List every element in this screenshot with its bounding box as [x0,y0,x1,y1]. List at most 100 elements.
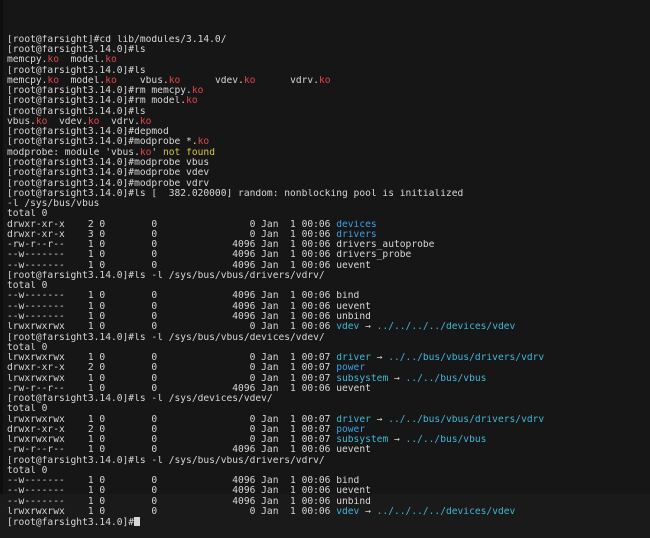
terminal-line: -rw-r--r-- 1 0 0 4096 Jan 1 00:06 uevent [7,445,650,455]
terminal-text-segment: [root@farsight3.14.0]#modprobe vbus [7,157,210,168]
terminal-text-segment: vdev. [47,116,88,127]
terminal-text-segment: --w------- 1 0 0 4096 Jan 1 00:06 unbind [7,311,371,322]
terminal-text-segment: model. [59,75,106,86]
terminal-text-segment: ko [243,75,256,86]
terminal-line: --w------- 1 0 0 4096 Jan 1 00:06 uevent [7,302,650,312]
terminal-line: --w------- 1 0 0 4096 Jan 1 00:06 bind [7,291,650,301]
terminal-line: [root@farsight3.14.0]#modprobe vdev [7,168,650,178]
terminal-line: [root@farsight3.14.0]#rm memcpy.ko [7,86,650,96]
terminal-line: [root@farsight3.14.0]#ls -l /sys/devices… [7,394,650,404]
terminal-text-segment: subsystem [336,373,389,384]
terminal-text-segment: ../../../../devices/vdev [376,322,516,333]
terminal-text-segment: vdev [336,507,360,518]
terminal-text-segment: devices [336,219,377,230]
terminal-text-segment: [root@farsight3.14.0]#ls -l /sys/bus/vbu… [7,270,325,281]
terminal-line: lrwxrwxrwx 1 0 0 0 Jan 1 00:06 vdev → ..… [7,322,650,332]
terminal-line: --w------- 1 0 0 4096 Jan 1 00:06 uevent [7,486,650,496]
terminal-text-segment: --w------- 1 0 0 4096 Jan 1 00:06 bind [7,291,360,302]
terminal-text-segment: --w------- 1 0 0 4096 Jan 1 00:06 bind [7,476,360,487]
terminal-text-segment: vdev [336,322,360,333]
terminal-text-segment: [root@farsight3.14.0]#ls [7,45,146,56]
terminal-line: [root@farsight3.14.0]#modprobe vbus [7,158,650,168]
terminal-line: lrwxrwxrwx 1 0 0 0 Jan 1 00:06 vdev → ..… [7,507,650,517]
terminal-cursor [134,517,141,527]
terminal-text-segment: ../../../../devices/vdev [376,507,516,518]
terminal-text-segment: memcpy. [7,55,48,66]
terminal-text-segment: vdrv. [255,75,319,86]
terminal-line: --w------- 1 0 0 4096 Jan 1 00:06 bind [7,476,650,486]
terminal-text-segment: --w------- 1 0 0 4096 Jan 1 00:06 unbind [7,496,371,507]
terminal-line: drwxr-xr-x 2 0 0 0 Jan 1 00:06 devices [7,220,650,230]
terminal-text-segment: → [388,435,406,446]
terminal-text-segment: ko [168,75,181,86]
terminal-text-segment: ko [35,116,48,127]
terminal-text-segment: vdrv. [99,116,140,127]
terminal-text-segment: drwxr-xr-x 2 0 0 0 Jan 1 00:06 [7,219,337,230]
terminal-text-segment: [root@farsight3.14.0]#modprobe vdrv [7,178,210,189]
terminal-text-segment: power [336,363,366,374]
terminal-text-segment: modprobe: module 'vbus. [7,147,140,158]
terminal-text-segment: vdev. [180,75,244,86]
terminal-line: lrwxrwxrwx 1 0 0 0 Jan 1 00:07 subsystem… [7,435,650,445]
terminal-text-segment: lrwxrwxrwx 1 0 0 0 Jan 1 00:06 [7,507,337,518]
terminal-text-segment: lrwxrwxrwx 1 0 0 0 Jan 1 00:07 [7,373,337,384]
terminal-text-segment: -rw-r--r-- 1 0 0 4096 Jan 1 00:06 uevent [7,383,371,394]
terminal-text-segment: [root@farsight3.14.0]#ls -l /sys/bus/vbu… [7,455,325,466]
terminal-line: --w------- 1 0 0 4096 Jan 1 00:06 uevent [7,261,650,271]
terminal-text-segment: [root@farsight3.14.0]#ls [7,65,146,76]
terminal-line: --w------- 1 0 0 4096 Jan 1 00:06 unbind [7,312,650,322]
terminal-text-segment: ko [191,86,204,97]
terminal-line: modprobe: module 'vbus.ko' not found [7,148,650,158]
terminal-text-segment: → [370,353,389,364]
terminal-text-segment: → [388,373,406,384]
terminal-text-segment: lrwxrwxrwx 1 0 0 0 Jan 1 00:07 [7,414,337,425]
terminal-line: total 0 [7,404,650,414]
terminal-line: [root@farsight3.14.0]# [7,517,650,528]
terminal-line: [root@farsight3.14.0]#ls [7,45,650,55]
terminal-line: memcpy.ko model.ko [7,55,650,65]
terminal-line: [root@farsight3.14.0]#ls [7,66,650,76]
terminal-text-segment: → [359,322,377,333]
terminal-line: -l /sys/bus/vbus [7,199,650,209]
terminal-text-segment: [root@farsight3.14.0]#ls [ 382.020000] r… [7,188,464,199]
terminal-text-segment: ko [105,55,117,66]
terminal-line: --w------- 1 0 0 4096 Jan 1 00:06 unbind [7,497,650,507]
terminal-line: total 0 [7,343,650,353]
terminal-text-segment: ko [197,137,210,148]
terminal-text-segment: --w------- 1 0 0 4096 Jan 1 00:06 uevent [7,486,371,497]
terminal-text-segment: [root@farsight3.14.0]#ls -l /sys/devices… [7,394,273,405]
terminal-line: total 0 [7,466,650,476]
terminal-text-segment: drwxr-xr-x 2 0 0 0 Jan 1 00:07 [7,424,337,435]
terminal-output: [root@farsight]#cd lib/modules/3.14.0/[r… [7,35,650,528]
terminal-text-segment: -l /sys/bus/vbus [7,199,100,210]
terminal-text-segment: ../../bus/vbus/drivers/vdrv [388,353,545,364]
terminal-text-segment: lrwxrwxrwx 1 0 0 0 Jan 1 00:06 [7,322,337,333]
terminal-text-segment: model. [59,55,106,66]
terminal-text-segment: drwxr-xr-x 3 0 0 0 Jan 1 00:06 [7,229,337,240]
terminal-line: [root@farsight3.14.0]#ls -l /sys/bus/vbu… [7,456,650,466]
terminal-text-segment: ko [47,55,59,66]
terminal-text-segment: ' [151,147,163,158]
terminal-text-segment: [root@farsight3.14.0]#depmod [7,127,169,138]
terminal-text-segment: [root@farsight3.14.0]#ls [7,106,146,117]
terminal-line: total 0 [7,209,650,219]
terminal-text-segment: -rw-r--r-- 1 0 0 4096 Jan 1 00:06 uevent [7,445,371,456]
terminal-line: lrwxrwxrwx 1 0 0 0 Jan 1 00:07 subsystem… [7,374,650,384]
terminal-line: [root@farsight3.14.0]#modprobe vdrv [7,179,650,189]
terminal-text-segment: → [370,414,389,425]
terminal-line: memcpy.ko model.ko vbus.ko vdev.ko vdrv.… [7,76,650,86]
terminal-line: --w------- 1 0 0 4096 Jan 1 00:06 driver… [7,250,650,260]
terminal-window[interactable]: [root@farsight]#cd lib/modules/3.14.0/[r… [0,0,650,528]
terminal-line: [root@farsight3.14.0]#ls -l /sys/bus/vbu… [7,333,650,343]
terminal-text-segment: [root@farsight3.14.0]#modprobe *. [7,137,198,148]
terminal-text-segment: ko [318,75,331,86]
terminal-line: drwxr-xr-x 2 0 0 0 Jan 1 00:07 power [7,425,650,435]
terminal-line: drwxr-xr-x 2 0 0 0 Jan 1 00:07 power [7,363,650,373]
terminal-text-segment: total 0 [7,465,48,476]
terminal-line: -rw-r--r-- 1 0 0 4096 Jan 1 00:06 driver… [7,240,650,250]
terminal-text-segment: [root@farsight3.14.0]#rm memcpy. [7,86,192,97]
terminal-line: lrwxrwxrwx 1 0 0 0 Jan 1 00:07 driver → … [7,353,650,363]
terminal-text-segment: [root@farsight3.14.0]#ls -l /sys/bus/vbu… [7,332,325,343]
terminal-line: [root@farsight]#cd lib/modules/3.14.0/ [7,35,650,45]
terminal-text-segment: total 0 [7,209,48,220]
